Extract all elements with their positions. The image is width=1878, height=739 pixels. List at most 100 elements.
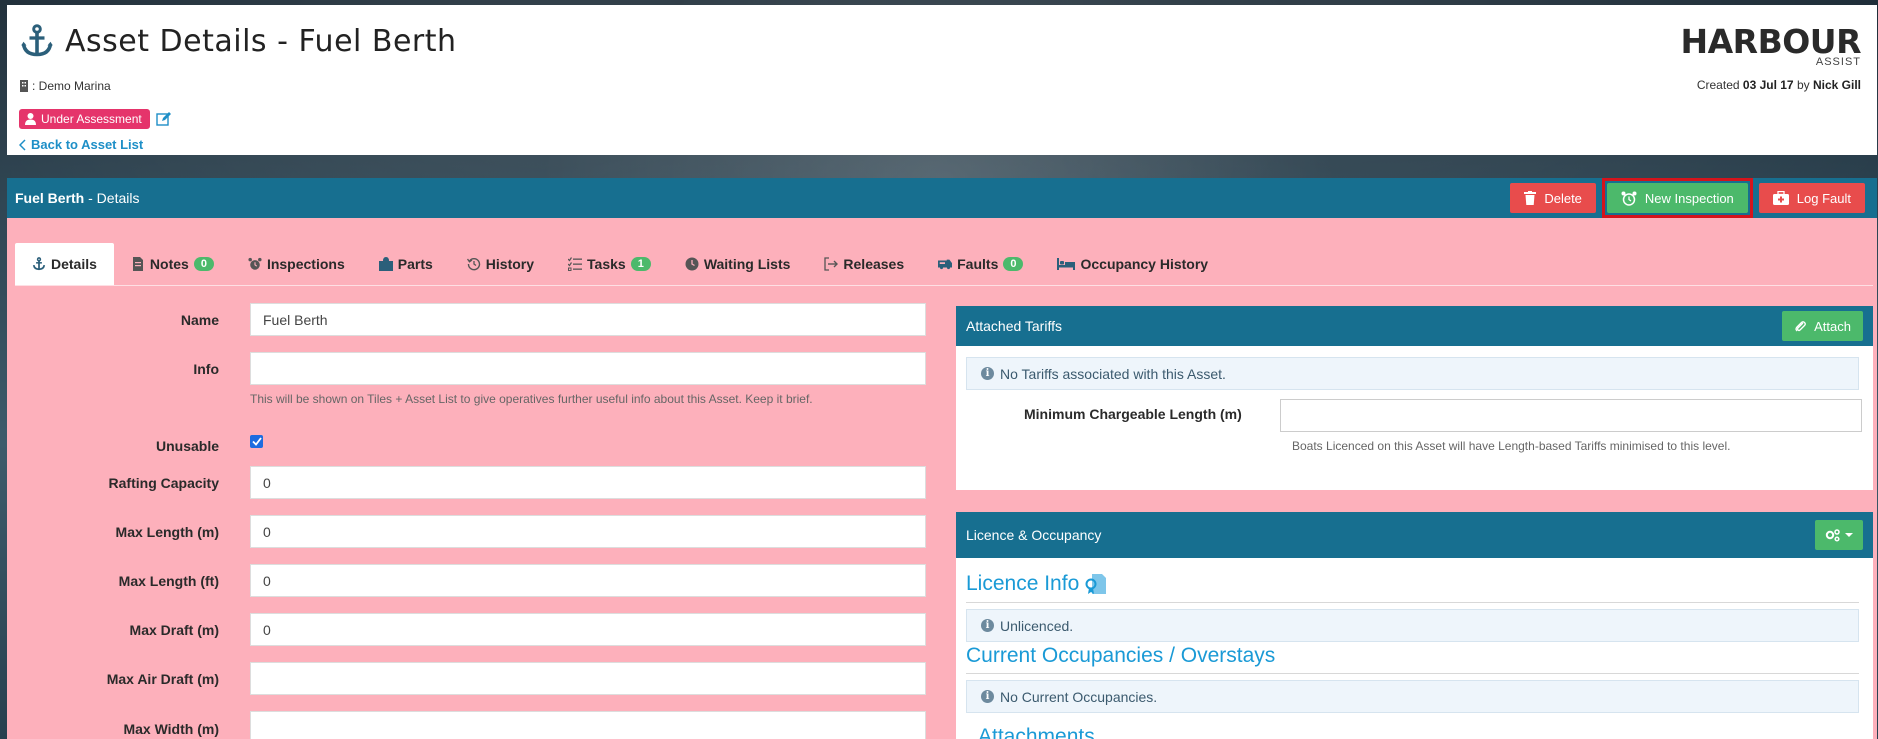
tab-label: Tasks: [587, 256, 626, 272]
occupancy-heading: Current Occupancies / Overstays: [966, 644, 1275, 668]
tab-label: Notes: [149, 256, 189, 272]
harbour-assist-logo: HARBOUR ASSIST: [1680, 22, 1862, 68]
marina-name: : Demo Marina: [32, 79, 111, 93]
clock-icon: [685, 257, 699, 271]
tasks-list-icon: [568, 257, 583, 271]
paperclip-icon: [1795, 321, 1807, 332]
max-length-m-input[interactable]: 0: [250, 515, 926, 548]
min-length-help-text: Boats Licenced on this Asset will have L…: [1292, 439, 1731, 453]
history-icon: [466, 257, 480, 271]
max-width-label: Max Width (m): [123, 721, 219, 737]
asset-header: Asset Details - Fuel Berth : Demo Marina…: [7, 5, 1877, 155]
max-length-ft-label: Max Length (ft): [118, 573, 219, 589]
gears-icon: [1825, 529, 1840, 542]
status-badge: Under Assessment: [19, 109, 150, 129]
highlight-box: New Inspection: [1601, 178, 1753, 218]
alarm-clock-icon: [1621, 191, 1637, 206]
info-help-text: This will be shown on Tiles + Asset List…: [250, 392, 813, 406]
tab-label: Occupancy History: [1080, 256, 1209, 272]
licence-info-text: Unlicenced.: [1000, 617, 1074, 634]
tab-label: Waiting Lists: [703, 256, 791, 272]
tab-inspections[interactable]: Inspections: [231, 243, 362, 285]
document-icon: [132, 257, 143, 271]
user-icon: [25, 113, 36, 125]
rafting-capacity-input[interactable]: 0: [250, 466, 926, 499]
tab-waiting-lists[interactable]: Waiting Lists: [668, 243, 808, 285]
tab-parts[interactable]: Parts: [362, 243, 450, 285]
tab-label: Parts: [397, 256, 433, 272]
attached-tariffs-panel: Attached Tariffs Attach i No Tariffs ass…: [956, 306, 1873, 490]
tab-details[interactable]: Details: [15, 243, 114, 285]
info-icon: i: [981, 619, 994, 632]
licence-occupancy-panel: Licence & Occupancy Licence Info i Unlic…: [956, 512, 1873, 739]
licence-actions-dropdown[interactable]: [1815, 520, 1863, 550]
bed-icon: [1057, 258, 1076, 270]
tariffs-info-message: i No Tariffs associated with this Asset.: [966, 357, 1859, 390]
occupancy-info-message: i No Current Occupancies.: [966, 680, 1859, 713]
created-by-prefix: by: [1796, 78, 1810, 92]
max-length-ft-input[interactable]: 0: [250, 564, 926, 597]
divider: [966, 602, 1859, 603]
details-title-bar: Fuel Berth - Details Delete New Inspecti…: [7, 178, 1877, 218]
licence-info-message: i Unlicenced.: [966, 609, 1859, 642]
tab-occupancy-history[interactable]: Occupancy History: [1040, 243, 1225, 285]
unusable-checkbox[interactable]: [250, 435, 263, 448]
tab-faults[interactable]: Faults 0: [921, 243, 1040, 285]
licence-panel-header: Licence & Occupancy: [956, 512, 1873, 558]
tab-tasks[interactable]: Tasks 1: [551, 243, 668, 285]
count-badge: 1: [630, 257, 651, 271]
count-badge: 0: [1003, 257, 1024, 271]
chevron-left-icon: [19, 138, 26, 151]
max-draft-label: Max Draft (m): [129, 622, 219, 638]
tariffs-info-text: No Tariffs associated with this Asset.: [1000, 365, 1226, 382]
unusable-label: Unusable: [155, 438, 219, 454]
tariffs-panel-header: Attached Tariffs Attach: [956, 306, 1873, 346]
attach-label: Attach: [1814, 318, 1851, 334]
tab-divider: [15, 285, 1873, 286]
new-inspection-button[interactable]: New Inspection: [1606, 183, 1748, 213]
tab-notes[interactable]: Notes 0: [114, 243, 231, 285]
new-inspection-label: New Inspection: [1644, 190, 1734, 206]
info-input[interactable]: [250, 352, 926, 385]
tab-label: History: [485, 256, 535, 272]
max-length-m-label: Max Length (m): [115, 524, 219, 540]
licence-info-title: Licence Info: [966, 572, 1080, 595]
trash-icon: [1524, 191, 1537, 205]
back-to-asset-list-link[interactable]: Back to Asset List: [19, 137, 143, 152]
tab-releases[interactable]: Releases: [807, 243, 921, 285]
created-info: Created 03 Jul 17 by Nick Gill: [1697, 78, 1861, 92]
logo-text: HARBOUR: [1680, 22, 1862, 61]
created-date: 03 Jul 17: [1742, 78, 1794, 92]
tab-history[interactable]: History: [450, 243, 551, 285]
min-chargeable-length-input[interactable]: [1280, 399, 1862, 432]
log-fault-label: Log Fault: [1796, 190, 1851, 206]
count-badge: 0: [193, 257, 214, 271]
max-draft-input[interactable]: 0: [250, 613, 926, 646]
delete-button[interactable]: Delete: [1510, 183, 1596, 213]
max-width-input[interactable]: [250, 711, 926, 739]
caret-down-icon: [1845, 533, 1853, 537]
asset-tabs: Details Notes 0 Inspections Parts Histor…: [15, 243, 1225, 285]
title-row: Asset Details - Fuel Berth: [19, 23, 457, 59]
attachments-heading: Attachments: [972, 726, 1101, 739]
status-label: Under Assessment: [41, 112, 142, 126]
max-air-draft-label: Max Air Draft (m): [106, 671, 219, 687]
info-icon: i: [981, 690, 994, 703]
name-input[interactable]: Fuel Berth: [250, 303, 926, 336]
licence-title: Licence & Occupancy: [966, 527, 1102, 543]
attach-button[interactable]: Attach: [1782, 311, 1863, 341]
info-label: Info: [193, 361, 219, 377]
edit-icon[interactable]: [156, 111, 172, 127]
status-row: Under Assessment: [19, 109, 172, 129]
header-actions: Delete New Inspection Log Fault: [1510, 178, 1865, 218]
divider: [966, 673, 1859, 674]
info-icon: i: [981, 367, 994, 380]
licence-document-icon: [1085, 574, 1107, 594]
max-air-draft-input[interactable]: [250, 662, 926, 695]
licence-info-heading: Licence Info: [966, 572, 1107, 596]
title-suffix: - Details: [84, 190, 140, 206]
ambulance-icon: [938, 259, 953, 270]
rafting-capacity-label: Rafting Capacity: [108, 475, 219, 491]
log-fault-button[interactable]: Log Fault: [1758, 183, 1865, 213]
anchor-icon: [32, 257, 46, 271]
